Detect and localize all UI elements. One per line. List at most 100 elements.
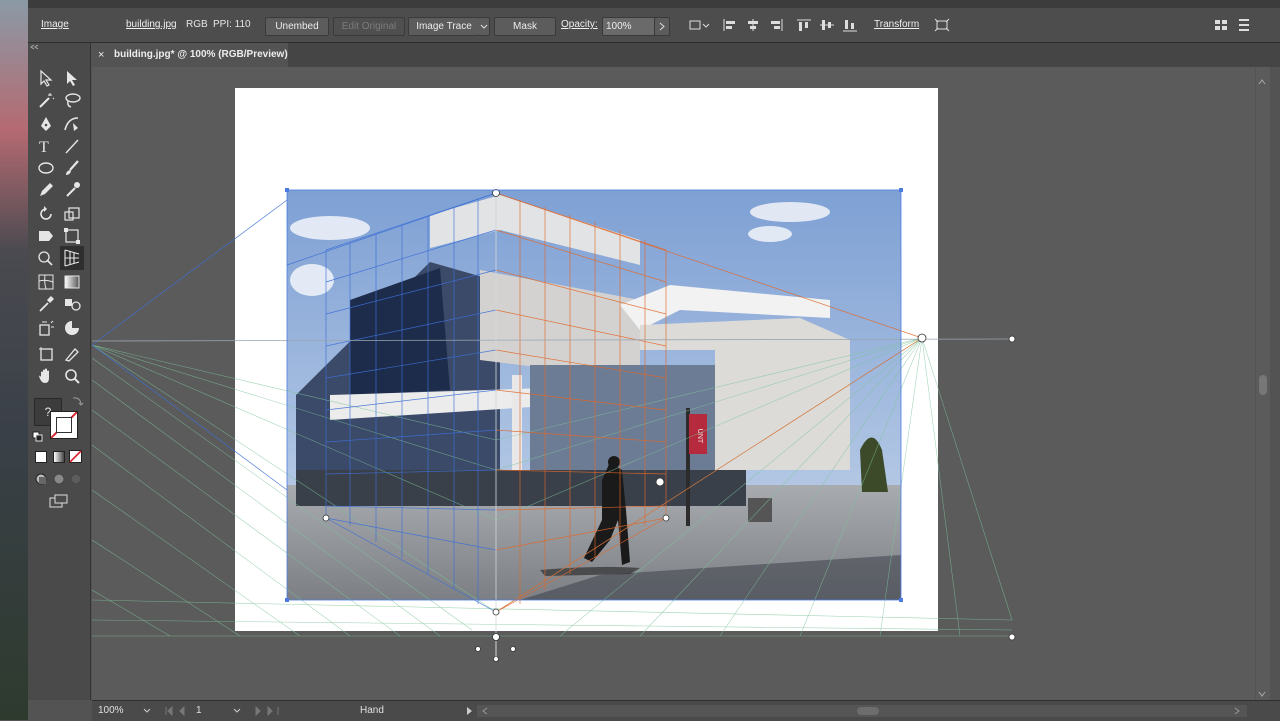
ellipse-tool-icon[interactable] (36, 158, 56, 178)
ground-extent-right[interactable] (1008, 633, 1016, 641)
pen-tool-icon[interactable] (36, 114, 56, 134)
plane-switch-left[interactable] (475, 646, 481, 652)
zoom-tool-icon[interactable] (62, 366, 82, 386)
tools-panel: T ? (28, 43, 91, 700)
magic-wand-tool-icon[interactable] (36, 90, 56, 110)
type-tool-icon[interactable]: T (36, 136, 56, 156)
none-mode-icon[interactable] (69, 450, 82, 463)
vertical-scroll-thumb[interactable] (1259, 375, 1267, 395)
mask-button[interactable]: Mask (494, 17, 556, 36)
artboard-number-field[interactable]: 1 (196, 704, 202, 718)
scroll-down-icon[interactable] (1258, 685, 1266, 697)
slice-tool-icon[interactable] (62, 344, 82, 364)
mesh-tool-icon[interactable] (36, 272, 56, 292)
desktop-background (0, 0, 28, 720)
color-mode-button[interactable] (35, 451, 47, 463)
image-trace-button[interactable]: Image Trace (408, 17, 480, 36)
artwork-svg: UNT (92, 88, 1016, 662)
column-graph-tool-icon[interactable] (62, 318, 82, 338)
opacity-label[interactable]: Opacity: (561, 17, 598, 33)
banner-text: UNT (696, 429, 703, 444)
placed-photo[interactable]: UNT (287, 190, 901, 600)
gradient-mode-button[interactable] (53, 451, 65, 463)
chevron-right-icon (659, 22, 665, 31)
lasso-tool-icon[interactable] (62, 90, 82, 110)
free-transform-tool-icon[interactable] (62, 226, 82, 246)
scroll-up-icon[interactable] (1258, 73, 1266, 85)
opacity-field[interactable]: 100% (602, 17, 657, 36)
draw-behind-icon[interactable] (52, 472, 66, 486)
horizontal-scrollbar[interactable] (477, 705, 1247, 717)
perspective-grid-tool-icon[interactable] (60, 246, 84, 270)
draw-inside-icon[interactable] (69, 472, 83, 486)
hand-tool-icon[interactable] (36, 366, 56, 386)
grid-cell-widget[interactable] (655, 477, 665, 487)
align-top-icon[interactable] (796, 18, 812, 32)
panel-menu-icon[interactable] (1236, 18, 1252, 32)
right-grid-extent[interactable] (662, 514, 670, 522)
isolate-icon[interactable] (934, 18, 950, 32)
artboard-next-icons[interactable] (252, 706, 292, 716)
vertical-extent-widget[interactable] (492, 189, 500, 197)
status-menu-icon[interactable] (464, 706, 474, 716)
window-titlebar (28, 0, 1280, 8)
align-middle-icon[interactable] (819, 18, 835, 32)
gradient-tool-icon[interactable] (62, 272, 82, 292)
opacity-arrow-button[interactable] (654, 17, 670, 36)
align-to-icon[interactable] (688, 18, 710, 32)
plane-switch-bottom[interactable] (493, 656, 499, 662)
screen-mode-icon[interactable] (48, 493, 70, 509)
scroll-right-icon[interactable] (1233, 707, 1241, 715)
direct-selection-tool-icon[interactable] (62, 68, 82, 88)
selection-tool-icon[interactable] (36, 68, 56, 88)
artboard-dropdown-icon[interactable] (232, 706, 242, 716)
align-left-icon[interactable] (722, 18, 738, 32)
align-bottom-icon[interactable] (842, 18, 858, 32)
right-vanishing-point[interactable] (917, 333, 927, 343)
horizon-handle-right[interactable] (1008, 335, 1016, 343)
artboard-tool-icon[interactable] (36, 344, 56, 364)
document-tab-title: building.jpg* @ 100% (RGB/Preview) (114, 49, 288, 60)
zoom-level-field[interactable]: 100% (98, 704, 124, 718)
draw-normal-icon[interactable] (34, 472, 48, 486)
collapse-panel-icon[interactable] (30, 44, 40, 50)
horizontal-scroll-thumb[interactable] (857, 707, 879, 715)
tab-document[interactable]: × building.jpg* @ 100% (RGB/Preview) (92, 43, 288, 67)
eyedropper-shaper-tool-icon[interactable] (62, 180, 82, 200)
ground-level-widget[interactable] (492, 633, 500, 641)
pencil-tool-icon[interactable] (36, 180, 56, 200)
arrange-documents-icon[interactable] (1213, 18, 1229, 32)
blend-tool-icon[interactable] (62, 294, 82, 314)
file-name-link[interactable]: building.jpg (126, 17, 177, 33)
image-trace-dropdown[interactable] (479, 17, 490, 36)
unembed-button[interactable]: Unembed (265, 17, 329, 36)
eyedropper-tool-icon[interactable] (36, 294, 56, 314)
stroke-swatch[interactable] (56, 417, 72, 433)
object-type-label[interactable]: Image (41, 17, 69, 33)
default-colors-icon[interactable] (32, 431, 44, 443)
line-segment-tool-icon[interactable] (62, 136, 82, 156)
swap-fill-stroke-icon[interactable] (70, 395, 84, 407)
shape-builder-tool-icon[interactable] (36, 248, 56, 268)
svg-text:T: T (39, 139, 49, 156)
close-icon[interactable]: × (98, 43, 104, 67)
curvature-tool-icon[interactable] (62, 114, 82, 134)
document-canvas[interactable]: UNT (92, 67, 1255, 700)
symbol-sprayer-tool-icon[interactable] (36, 318, 56, 338)
left-grid-extent[interactable] (322, 514, 330, 522)
transform-link[interactable]: Transform (874, 17, 919, 33)
edit-original-button[interactable]: Edit Original (333, 17, 405, 36)
origin-point[interactable] (492, 608, 500, 616)
scale-tool-icon[interactable] (62, 204, 82, 224)
paintbrush-tool-icon[interactable] (62, 158, 82, 178)
scroll-left-icon[interactable] (481, 707, 489, 715)
current-tool-label: Hand (360, 705, 384, 716)
vertical-scrollbar[interactable] (1256, 67, 1270, 700)
zoom-dropdown-icon[interactable] (142, 706, 152, 716)
width-tool-icon[interactable] (36, 226, 56, 246)
status-bar: 100% 1 Hand (92, 700, 1280, 721)
align-right-icon[interactable] (768, 18, 784, 32)
align-center-icon[interactable] (745, 18, 761, 32)
plane-switch-right[interactable] (510, 646, 516, 652)
rotate-tool-icon[interactable] (36, 204, 56, 224)
